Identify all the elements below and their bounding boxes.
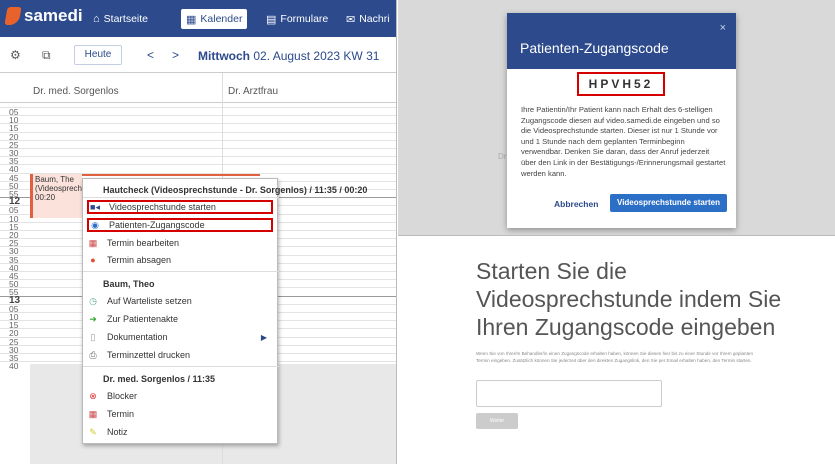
logo-text: samedi [24, 6, 83, 25]
menu-label: Patienten-Zugangscode [109, 220, 205, 230]
today-button[interactable]: Heute [74, 45, 122, 65]
menu-waitlist[interactable]: ◷ Auf Warteliste setzen [87, 294, 273, 308]
screenshot-root: samedi ⌂ Startseite ▦ Kalender ▤ Formula… [0, 0, 835, 464]
time-slot-row[interactable]: 35 [0, 156, 396, 166]
calendar-toolbar: ⚙ ⧉ Heute < > Mittwoch 02. August 2023 K… [0, 37, 396, 73]
divider [83, 197, 279, 198]
submenu-arrow-icon: ▶ [260, 332, 267, 342]
menu-print-slip[interactable]: ⎙ Terminzettel drucken [87, 348, 273, 362]
modal-description: Ihre Patientin/Ihr Patient kann nach Erh… [521, 105, 726, 178]
form-icon: ▤ [266, 13, 277, 26]
continue-button[interactable]: Weiter [476, 413, 518, 429]
time-slot-row[interactable]: 25 [0, 139, 396, 149]
access-code-modal: Patienten-Zugangscode × HPVH52 Ihre Pati… [507, 13, 736, 228]
note-icon: ✎ [89, 426, 97, 437]
document-icon: ▯ [90, 331, 96, 342]
menu-label: Dokumentation [107, 332, 168, 342]
home-icon: ⌂ [93, 13, 100, 25]
context-menu-title: Hautcheck (Videosprechstunde - Dr. Sorge… [103, 185, 368, 195]
top-navigation-bar: samedi ⌂ Startseite ▦ Kalender ▤ Formula… [0, 0, 396, 37]
time-slot-row[interactable]: 15 [0, 123, 396, 133]
previous-day-button[interactable]: < [147, 48, 154, 62]
nav-startseite[interactable]: ⌂ Startseite [88, 9, 153, 29]
samedi-logo[interactable]: samedi [4, 6, 83, 26]
calendar-add-icon: ▦ [88, 408, 98, 419]
access-code-input[interactable] [476, 380, 662, 407]
menu-start-video[interactable]: ■◂ Videosprechstunde starten [87, 200, 273, 214]
menu-label: Notiz [107, 427, 128, 437]
blocker-icon: ⊗ [89, 390, 97, 401]
time-slot-row[interactable]: 30 [0, 148, 396, 157]
copy-view-icon[interactable]: ⧉ [42, 48, 51, 63]
menu-label: Zur Patientenakte [107, 314, 179, 324]
appointment-block[interactable]: Baum, The (Videosprechs 00:20 [30, 174, 82, 218]
time-slot-row[interactable]: 20 [0, 131, 396, 141]
appointment-type: (Videosprechs [35, 184, 82, 193]
menu-label: Termin bearbeiten [107, 238, 180, 248]
divider [83, 271, 279, 272]
calendar-edit-icon: ▦ [88, 237, 98, 248]
menu-label: Termin absagen [107, 255, 172, 265]
page-heading: Starten Sie die Videosprechstunde indem … [476, 258, 782, 340]
nav-label: Startseite [103, 13, 149, 25]
doctor-section-title: Dr. med. Sorgenlos / 11:35 [103, 374, 216, 384]
menu-note[interactable]: ✎ Notiz [87, 425, 273, 439]
mail-icon: ✉ [346, 13, 356, 26]
access-code-dialog-panel: Dr Patienten-Zugangscode × HPVH52 Ihre P… [398, 0, 835, 236]
nav-label: Nachri [359, 13, 390, 25]
time-slot-row[interactable]: 40 [0, 164, 396, 174]
menu-documentation[interactable]: ▯ Dokumentation ▶ [87, 330, 273, 344]
nav-kalender[interactable]: ▦ Kalender [181, 9, 248, 29]
patient-section-title: Baum, Theo [103, 279, 155, 289]
date-weekday: Mittwoch [198, 49, 250, 63]
divider [83, 366, 279, 367]
date-rest: 02. August 2023 KW 31 [253, 49, 380, 63]
menu-label: Termin [107, 409, 135, 419]
menu-label: Videosprechstunde starten [109, 202, 216, 212]
context-menu: Hautcheck (Videosprechstunde - Dr. Sorge… [82, 178, 367, 444]
start-video-button[interactable]: Videosprechstunde starten [610, 194, 727, 212]
page-instructions: Wenn Sie von Ihrer/m Behandler/in einen … [476, 351, 753, 363]
calendar-icon: ▦ [186, 13, 197, 26]
patient-entry-page: Starten Sie die Videosprechstunde indem … [398, 237, 835, 464]
time-slot-row[interactable]: 10 [0, 115, 396, 125]
menu-edit-appointment[interactable]: ▦ Termin bearbeiten [87, 236, 273, 250]
menu-label: Auf Warteliste setzen [107, 296, 192, 306]
waitlist-icon: ◷ [89, 295, 97, 306]
nav-label: Kalender [200, 13, 243, 25]
printer-icon: ⎙ [89, 349, 97, 360]
column-arztfrau[interactable]: Dr. Arztfrau [228, 86, 278, 97]
logo-mark-icon [4, 7, 22, 25]
arrow-right-icon: ➜ [89, 313, 97, 324]
nav-nachrichten[interactable]: ✉ Nachri [341, 9, 395, 29]
settings-gear-icon[interactable]: ⚙ [10, 48, 21, 62]
menu-patient-access-code[interactable]: ◉ Patienten-Zugangscode [87, 218, 273, 232]
nav-label: Formulare [280, 13, 329, 25]
eye-icon: ◉ [91, 219, 99, 230]
current-date: Mittwoch 02. August 2023 KW 31 [198, 49, 379, 63]
column-header: Dr. med. Sorgenlos Dr. Arztfrau [0, 73, 396, 103]
menu-cancel-appointment[interactable]: ● Termin absagen [87, 253, 273, 267]
background-fragment: Dr [498, 152, 507, 161]
nav-formulare[interactable]: ▤ Formulare [261, 9, 333, 29]
appointment-patient: Baum, The [35, 175, 74, 184]
menu-blocker[interactable]: ⊗ Blocker [87, 389, 273, 403]
time-slot-row[interactable]: 05 [0, 107, 396, 116]
cancel-button[interactable]: Abbrechen [554, 199, 598, 209]
calendar-panel: samedi ⌂ Startseite ▦ Kalender ▤ Formula… [0, 0, 397, 464]
column-sorgenlos[interactable]: Dr. med. Sorgenlos [33, 86, 119, 97]
access-code: HPVH52 [577, 72, 665, 96]
video-camera-icon: ■◂ [90, 201, 100, 212]
cancel-icon: ● [90, 255, 96, 265]
next-day-button[interactable]: > [172, 48, 179, 62]
appointment-duration: 00:20 [35, 193, 56, 202]
modal-title: Patienten-Zugangscode [520, 40, 669, 56]
menu-new-appointment[interactable]: ▦ Termin [87, 407, 273, 421]
menu-label: Terminzettel drucken [107, 350, 191, 360]
minute-label: 40 [9, 361, 19, 372]
menu-patient-record[interactable]: ➜ Zur Patientenakte [87, 312, 273, 326]
close-icon[interactable]: × [720, 22, 726, 34]
modal-header: Patienten-Zugangscode × [507, 13, 736, 69]
menu-label: Blocker [107, 391, 138, 401]
